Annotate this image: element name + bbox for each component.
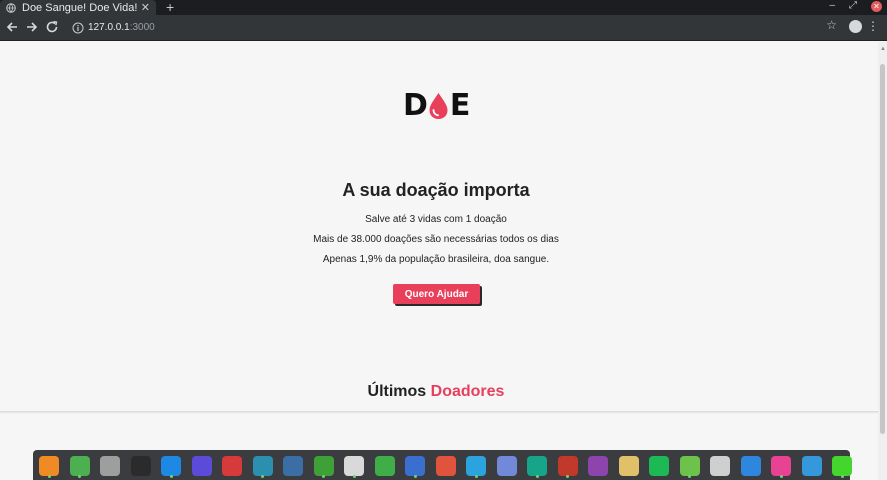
discord-icon[interactable] xyxy=(496,456,517,476)
running-indicator xyxy=(169,475,173,478)
document-icon[interactable] xyxy=(405,456,425,476)
firefox-icon[interactable] xyxy=(39,456,59,476)
mongodb-icon[interactable] xyxy=(313,456,334,476)
donors-title-accent: Doadores xyxy=(430,383,505,400)
browser-toolbar: 127.0.0.1:3000 ☆ ⋮ xyxy=(0,15,887,41)
app-purple-icon[interactable] xyxy=(191,456,212,476)
running-indicator xyxy=(688,475,691,478)
running-indicator xyxy=(779,475,783,478)
running-indicator xyxy=(352,475,356,478)
hero-line-3: Apenas 1,9% da população brasileira, doa… xyxy=(322,254,550,265)
url-host: 127.0.0.1 xyxy=(88,22,130,33)
node-icon[interactable] xyxy=(679,456,700,476)
address-bar[interactable]: 127.0.0.1:3000 xyxy=(64,19,866,37)
running-indicator xyxy=(47,475,51,478)
browser-tab-strip: Doe Sangue! Doe Vida! ✕ + – ⤢ ✕ xyxy=(0,0,887,15)
browser-tab[interactable]: Doe Sangue! Doe Vida! ✕ xyxy=(0,0,156,15)
running-indicator xyxy=(840,475,844,478)
bookmark-star-icon[interactable]: ☆ xyxy=(826,18,837,32)
telegram-icon[interactable] xyxy=(466,456,486,476)
running-indicator xyxy=(535,475,539,478)
hero-line-2: Mais de 38.000 doações são necessárias t… xyxy=(313,234,559,245)
section-divider xyxy=(0,411,878,414)
new-tab-icon[interactable]: + xyxy=(166,0,174,15)
running-indicator xyxy=(78,475,81,478)
site-logo: D E xyxy=(403,88,470,123)
reload-icon[interactable] xyxy=(44,19,60,35)
quero-ajudar-button[interactable]: Quero Ajudar xyxy=(393,284,480,304)
scroll-up-icon[interactable]: ▲ xyxy=(880,46,886,52)
razer-icon[interactable] xyxy=(832,456,852,476)
files-icon[interactable] xyxy=(100,456,120,476)
logo-letter-e: E xyxy=(449,88,470,123)
page-content: D E A sua doação importa Salve até 3 vid… xyxy=(0,42,878,480)
vscode-icon[interactable] xyxy=(161,456,181,476)
donors-section-title: Últimos Doadores xyxy=(0,383,872,401)
browser-menu-icon[interactable]: ⋮ xyxy=(867,20,879,32)
tab-title: Doe Sangue! Doe Vida! xyxy=(22,1,138,14)
running-indicator xyxy=(566,475,569,478)
running-indicator xyxy=(322,475,325,478)
speaker-icon[interactable] xyxy=(618,456,639,476)
url-text[interactable]: 127.0.0.1:3000 xyxy=(88,22,155,33)
profile-avatar-icon[interactable] xyxy=(849,20,862,33)
chrome-icon[interactable] xyxy=(69,456,90,476)
tab-close-icon[interactable]: ✕ xyxy=(141,1,150,14)
usb-icon[interactable] xyxy=(710,456,730,476)
video-icon[interactable] xyxy=(588,456,608,476)
info-icon[interactable] xyxy=(72,22,84,34)
app-blocked-icon[interactable] xyxy=(344,456,364,476)
hero-line-1: Salve até 3 vidas com 1 doação xyxy=(365,214,507,225)
running-indicator xyxy=(474,475,478,478)
monitor-icon[interactable] xyxy=(740,456,761,476)
blood-drop-icon xyxy=(429,93,448,119)
maximize-icon[interactable]: ⤢ xyxy=(849,0,857,11)
spotify-icon[interactable] xyxy=(649,456,669,476)
steam-icon[interactable] xyxy=(801,456,822,476)
forward-icon[interactable] xyxy=(24,19,40,35)
logo-letter-d: D xyxy=(403,88,428,123)
terminal-icon[interactable] xyxy=(130,456,151,476)
app-green-icon[interactable] xyxy=(527,456,547,476)
running-indicator xyxy=(413,475,417,478)
app-red-icon[interactable] xyxy=(222,456,242,476)
photos-icon[interactable] xyxy=(771,456,791,476)
globe-icon xyxy=(6,2,16,13)
postgres-icon[interactable] xyxy=(283,456,303,476)
scroll-thumb[interactable] xyxy=(880,64,885,434)
hero-title: A sua doação importa xyxy=(342,180,530,200)
page-scrollbar[interactable]: ▲ xyxy=(878,42,887,480)
running-indicator xyxy=(261,475,264,478)
system-dock xyxy=(33,450,852,480)
minimize-icon[interactable]: – xyxy=(829,0,835,11)
back-icon[interactable] xyxy=(4,19,20,35)
url-port: :3000 xyxy=(129,22,155,33)
presentation-icon[interactable] xyxy=(435,456,456,476)
donors-title-prefix: Últimos xyxy=(367,383,427,400)
spreadsheet-icon[interactable] xyxy=(374,456,395,476)
window-close-icon[interactable]: ✕ xyxy=(871,1,882,12)
recorder-icon[interactable] xyxy=(557,456,578,476)
app-teal-icon[interactable] xyxy=(252,456,273,476)
